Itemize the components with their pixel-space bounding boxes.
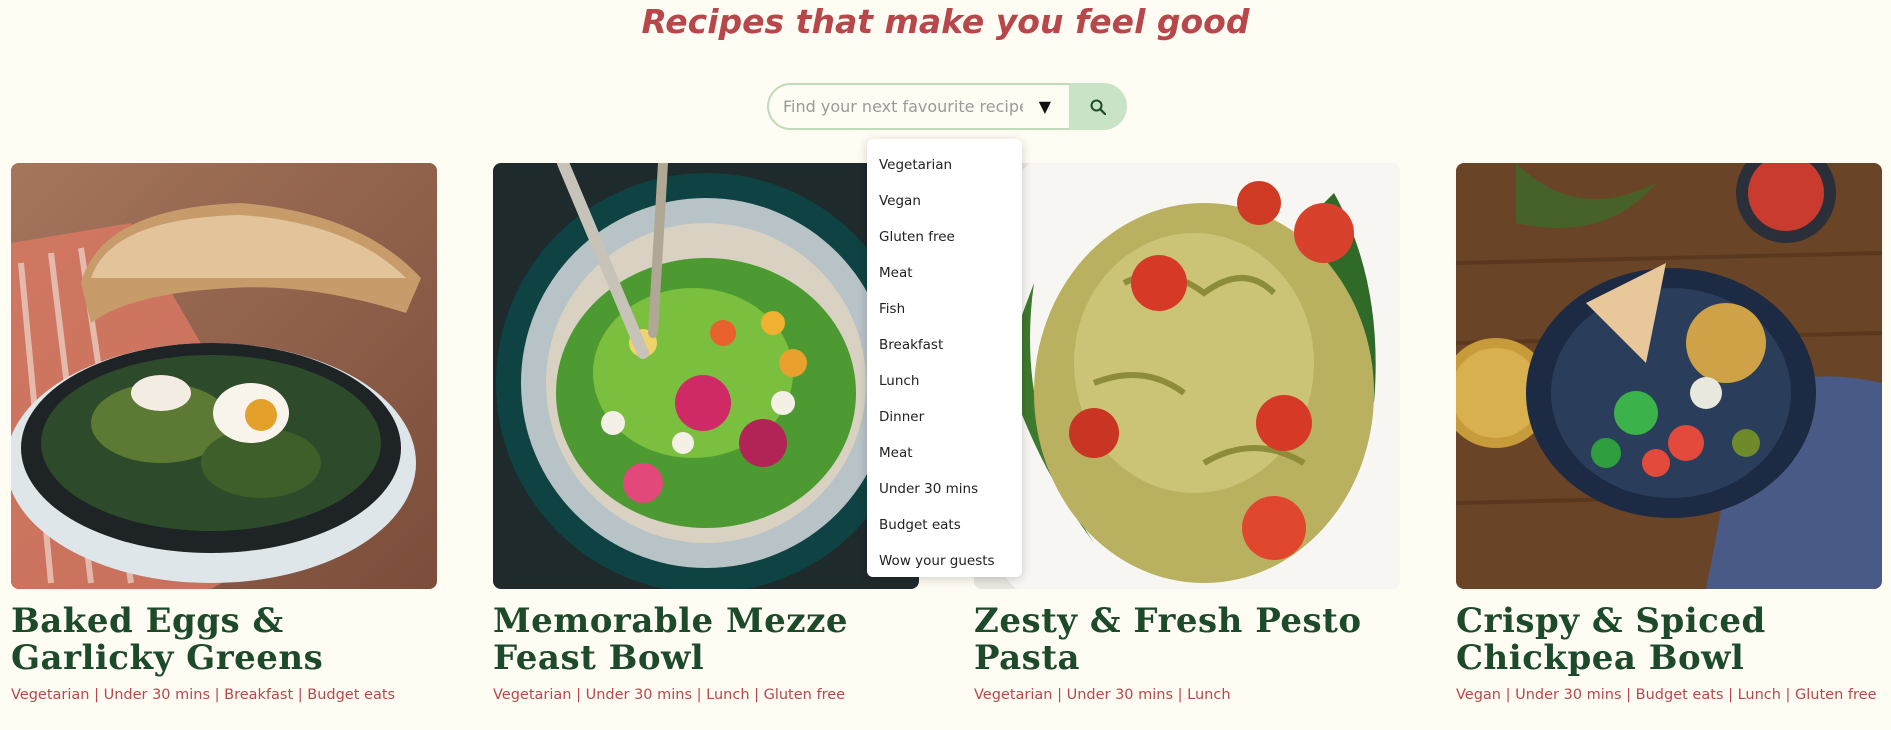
search-icon bbox=[1090, 99, 1106, 115]
dropdown-option-fish[interactable]: Fish bbox=[867, 291, 1022, 327]
dropdown-option-lunch[interactable]: Lunch bbox=[867, 363, 1022, 399]
dropdown-option-dinner[interactable]: Dinner bbox=[867, 399, 1022, 435]
recipe-title[interactable]: Zesty & Fresh Pesto Pasta bbox=[974, 603, 1400, 677]
recipe-tags: Vegan | Under 30 mins | Budget eats | Lu… bbox=[1456, 687, 1877, 703]
page-title: Recipes that make you feel good bbox=[641, 2, 1250, 41]
recipe-tags: Vegetarian | Under 30 mins | Breakfast |… bbox=[11, 687, 396, 703]
dropdown-option-wow-your-guests[interactable]: Wow your guests bbox=[867, 543, 1022, 579]
recipe-card[interactable]: Crispy & Spiced Chickpea Bowl Vegan | Un… bbox=[1456, 163, 1882, 703]
search-input-wrapper: ▼ bbox=[767, 83, 1069, 130]
search-button[interactable] bbox=[1069, 83, 1127, 130]
dropdown-option-under-30-mins[interactable]: Under 30 mins bbox=[867, 471, 1022, 507]
search-bar: ▼ bbox=[767, 83, 1127, 130]
dropdown-option-vegetarian[interactable]: Vegetarian bbox=[867, 147, 1022, 183]
recipe-tags: Vegetarian | Under 30 mins | Lunch bbox=[974, 687, 1231, 703]
dropdown-toggle-icon[interactable]: ▼ bbox=[1039, 97, 1051, 116]
recipe-photo-pesto-pasta[interactable] bbox=[974, 163, 1400, 589]
recipe-tags: Vegetarian | Under 30 mins | Lunch | Glu… bbox=[493, 687, 846, 703]
dropdown-option-meat[interactable]: Meat bbox=[867, 255, 1022, 291]
recipe-photo-chickpea-bowl[interactable] bbox=[1456, 163, 1882, 589]
recipe-title[interactable]: Memorable Mezze Feast Bowl bbox=[493, 603, 919, 677]
dropdown-option-meat-2[interactable]: Meat bbox=[867, 435, 1022, 471]
recipe-title[interactable]: Crispy & Spiced Chickpea Bowl bbox=[1456, 603, 1882, 677]
recipe-card[interactable]: Memorable Mezze Feast Bowl Vegetarian | … bbox=[493, 163, 919, 703]
dropdown-option-gluten-free[interactable]: Gluten free bbox=[867, 219, 1022, 255]
recipe-card[interactable]: Zesty & Fresh Pesto Pasta Vegetarian | U… bbox=[974, 163, 1400, 703]
dropdown-option-budget-eats[interactable]: Budget eats bbox=[867, 507, 1022, 543]
dropdown-option-breakfast[interactable]: Breakfast bbox=[867, 327, 1022, 363]
category-dropdown-menu: Vegetarian Vegan Gluten free Meat Fish B… bbox=[867, 139, 1022, 577]
search-input[interactable] bbox=[769, 85, 1023, 128]
dropdown-option-vegan[interactable]: Vegan bbox=[867, 183, 1022, 219]
recipe-photo-baked-eggs[interactable] bbox=[11, 163, 437, 589]
recipe-title[interactable]: Baked Eggs & Garlicky Greens bbox=[11, 603, 437, 677]
recipe-card[interactable]: Baked Eggs & Garlicky Greens Vegetarian … bbox=[11, 163, 437, 703]
recipe-photo-mezze-bowl[interactable] bbox=[493, 163, 919, 589]
